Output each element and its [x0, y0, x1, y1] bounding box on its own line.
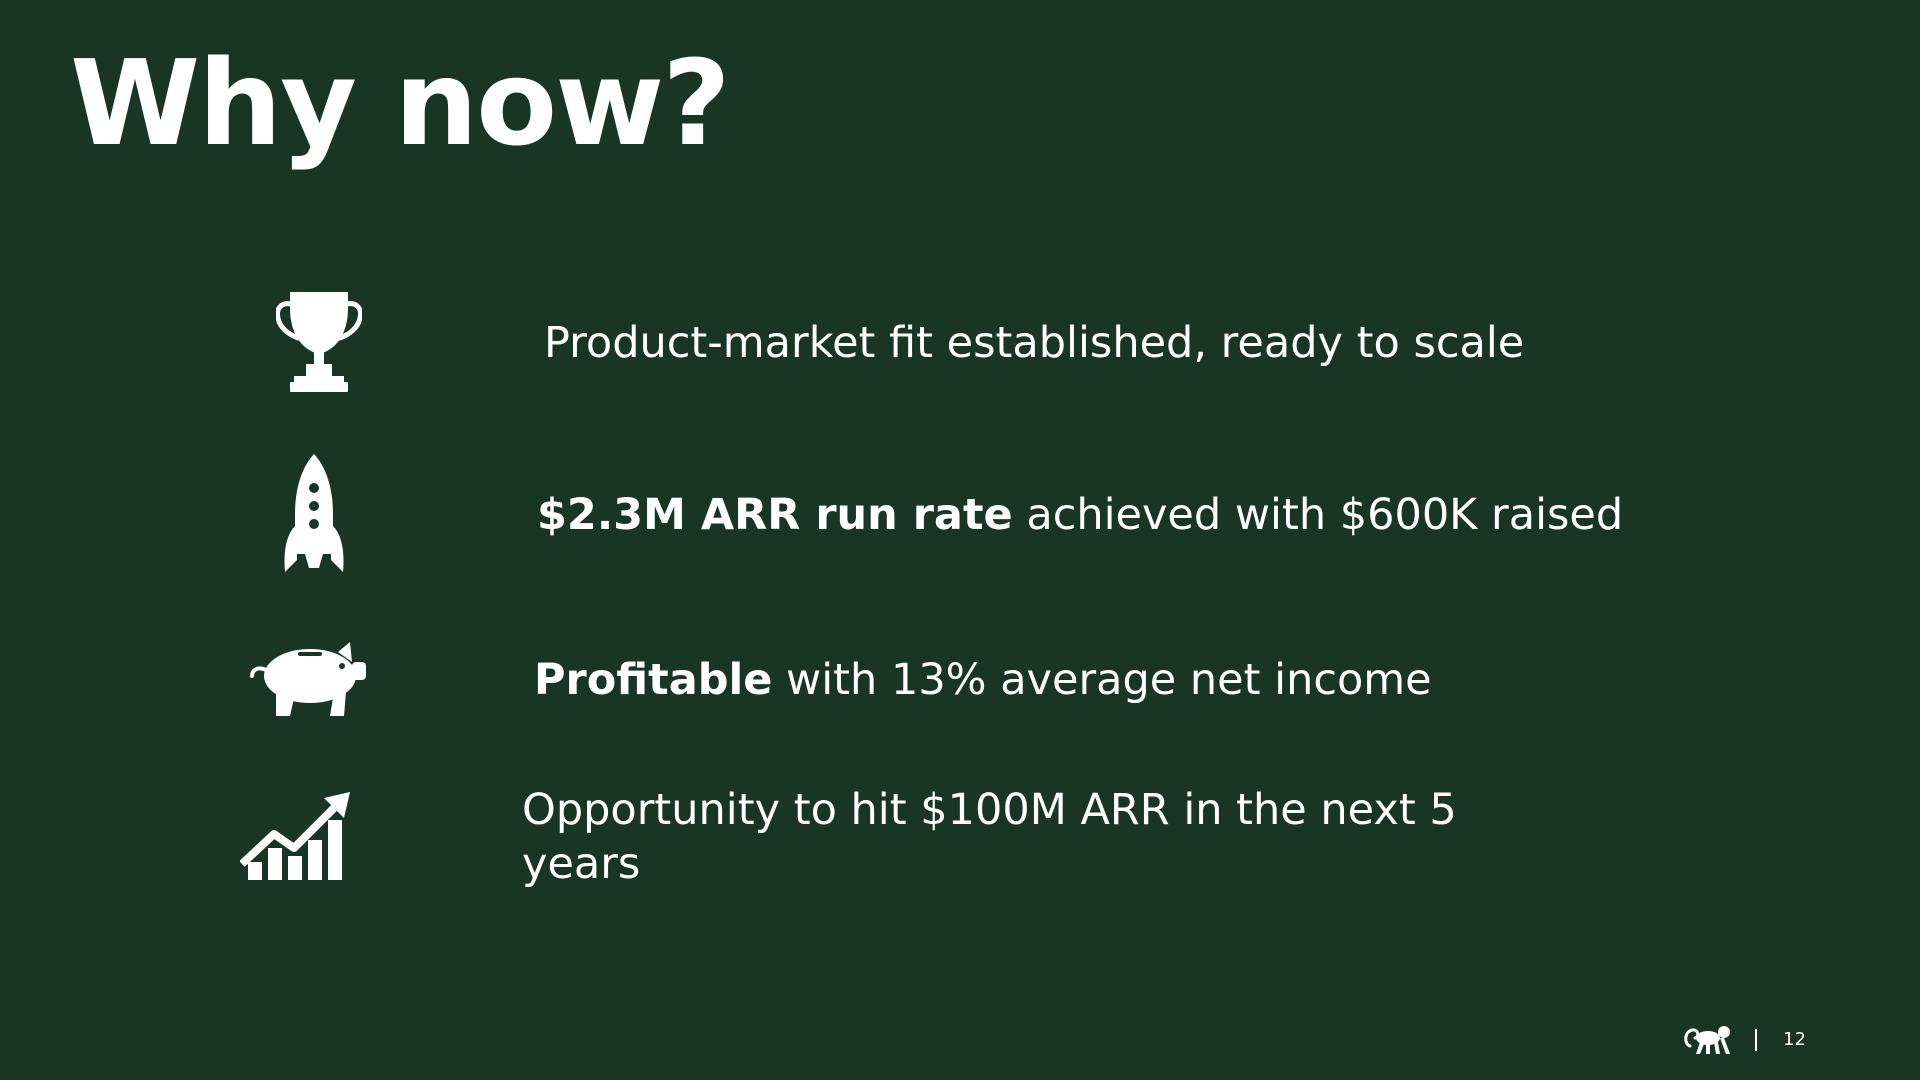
point-product-market-fit: Product-market fit established, ready to… [544, 316, 1524, 370]
point-opportunity: Opportunity to hit $100M ARR in the next… [522, 783, 1502, 891]
point-3-bold: Profitable [534, 655, 773, 705]
point-2-text: achieved with $600K raised [1012, 490, 1624, 540]
point-3-text: with 13% average net income [772, 655, 1432, 705]
point-4-text: Opportunity to hit $100M ARR in the next… [522, 785, 1457, 889]
monkey-logo-icon [1684, 1022, 1734, 1056]
slide-footer: 12 [1660, 1000, 1920, 1080]
point-1-text: Product-market fit established, ready to… [544, 318, 1525, 368]
trophy-icon [276, 290, 362, 394]
growth-chart-icon [240, 792, 356, 880]
rocket-icon [283, 454, 345, 576]
page-number: 12 [1783, 1029, 1806, 1050]
slide-title: Why now? [70, 34, 731, 172]
piggy-bank-icon [250, 640, 370, 718]
point-2-bold: $2.3M ARR run rate [537, 490, 1013, 540]
footer-divider [1755, 1029, 1757, 1051]
point-arr-run-rate: $2.3M ARR run rate achieved with $600K r… [537, 488, 1623, 542]
slide: Why now? Product-market fit established,… [0, 0, 1920, 1080]
point-profitable: Profitable with 13% average net income [534, 653, 1432, 707]
